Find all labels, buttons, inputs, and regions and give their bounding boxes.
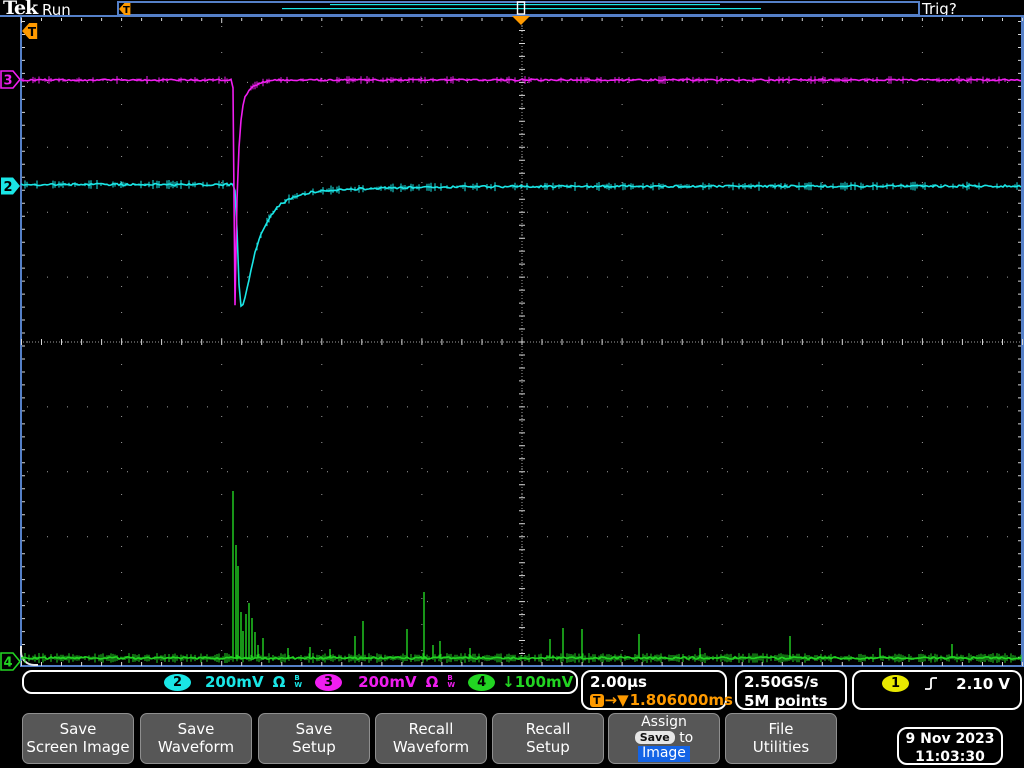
svg-text:4: 4 [3, 656, 12, 671]
acquisition-readout[interactable]: 2.50GS/s 5M points [735, 670, 847, 710]
record-view-bar[interactable] [117, 1, 920, 16]
ch4-scale: ↓100mV [502, 673, 574, 691]
ch3-badge[interactable]: 3 [315, 673, 343, 691]
file-utilities-button[interactable]: File Utilities [725, 713, 837, 764]
ch3-bandwidth-icon: BW [447, 674, 456, 689]
save-setup-button[interactable]: Save Setup [258, 713, 370, 764]
assign-target-value: Image [638, 745, 690, 762]
save-pill-icon: Save [634, 731, 675, 745]
horizontal-readout[interactable]: 2.00µs T →▼ 1.806000ms [581, 670, 733, 710]
delay-arrows-icon: →▼ [604, 691, 629, 709]
svg-text:T: T [28, 25, 37, 39]
rising-edge-icon [923, 675, 939, 692]
trigger-readout[interactable]: 1 2.10 V [852, 670, 1022, 710]
ch2-bandwidth-icon: BW [294, 674, 303, 689]
delay-value: 1.806000ms [629, 691, 733, 709]
ch2-scale: 200mV [205, 673, 264, 691]
recall-waveform-button[interactable]: Recall Waveform [375, 713, 487, 764]
save-waveform-button[interactable]: Save Waveform [140, 713, 252, 764]
plot-border-bottom [20, 665, 1024, 667]
ch4-badge[interactable]: 4 [468, 673, 496, 691]
assign-save-to-image-button[interactable]: Assign Save to Image [608, 713, 720, 764]
plot-border-left [20, 15, 22, 667]
ch2-coupling-icon: Ω [272, 673, 286, 691]
time: 11:03:30 [915, 749, 985, 766]
datetime-display: 9 Nov 2023 11:03:30 [897, 727, 1003, 765]
ch3-scale: 200mV [358, 673, 417, 691]
ch3-coupling-icon: Ω [425, 673, 439, 691]
timebase-scale: 2.00µs [590, 673, 647, 691]
oscilloscope-screen: Tek Run Trig? TT324 2 200mV Ω BW 3 200mV… [0, 0, 1024, 768]
waveform-canvas: TT324 [0, 1, 1023, 671]
plot-border-top [0, 15, 1024, 17]
ch2-badge[interactable]: 2 [164, 673, 191, 691]
trigger-source-badge: 1 [882, 675, 909, 692]
trigger-level: 2.10 V [956, 675, 1010, 693]
trigger-flag-icon: T [590, 693, 604, 707]
recall-setup-button[interactable]: Recall Setup [492, 713, 604, 764]
svg-text:2: 2 [3, 180, 12, 195]
record-length: 5M points [744, 691, 828, 710]
save-screen-image-button[interactable]: Save Screen Image [22, 713, 134, 764]
channel-readouts[interactable]: 2 200mV Ω BW 3 200mV Ω BW 4 ↓100mV Ω BW [22, 670, 612, 694]
sample-rate: 2.50GS/s [744, 673, 819, 691]
plot-corner-accent [20, 646, 38, 666]
date: 9 Nov 2023 [905, 731, 995, 747]
svg-text:3: 3 [3, 74, 12, 89]
